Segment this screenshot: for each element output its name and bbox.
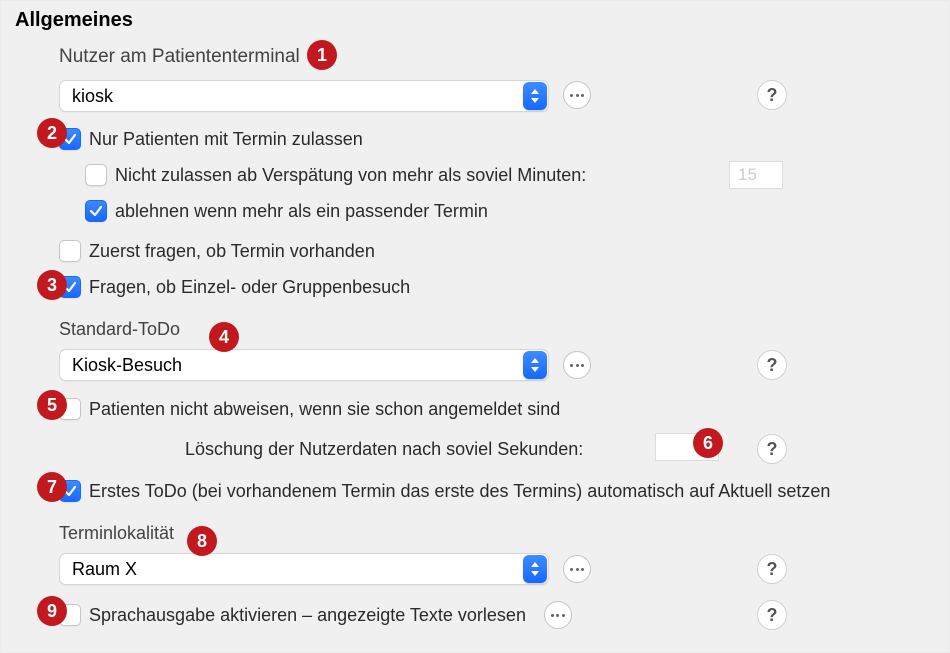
standard-todo-label: Standard-ToDo xyxy=(59,319,180,340)
delete-userdata-help-button[interactable]: ? xyxy=(757,434,787,464)
locality-select[interactable]: Raum X xyxy=(59,553,549,585)
delete-userdata-label: Löschung der Nutzerdaten nach soviel Sek… xyxy=(185,439,583,460)
only-with-appointment-checkbox[interactable] xyxy=(59,128,81,150)
user-terminal-select[interactable]: kiosk xyxy=(59,80,549,112)
ask-first-checkbox[interactable] xyxy=(59,240,81,262)
delete-userdata-seconds-input[interactable] xyxy=(655,433,719,461)
locality-more-button[interactable] xyxy=(563,555,591,583)
first-todo-auto-checkbox[interactable] xyxy=(59,480,81,502)
locality-value: Raum X xyxy=(59,553,549,585)
no-reject-registered-checkbox[interactable] xyxy=(59,398,81,420)
ask-first-label: Zuerst fragen, ob Termin vorhanden xyxy=(89,241,375,262)
standard-todo-select[interactable]: Kiosk-Besuch xyxy=(59,349,549,381)
ask-group-label: Fragen, ob Einzel- oder Gruppenbesuch xyxy=(89,277,410,298)
user-terminal-more-button[interactable] xyxy=(563,81,591,109)
dropdown-arrows-icon xyxy=(523,555,547,583)
speech-output-more-button[interactable] xyxy=(544,601,572,629)
standard-todo-value: Kiosk-Besuch xyxy=(59,349,549,381)
locality-help-button[interactable]: ? xyxy=(757,554,787,584)
deny-late-minutes-input[interactable]: 15 xyxy=(729,161,783,189)
reject-multi-checkbox[interactable] xyxy=(85,200,107,222)
speech-output-label: Sprachausgabe aktivieren – angezeigte Te… xyxy=(89,605,526,626)
dropdown-arrows-icon xyxy=(523,351,547,379)
user-terminal-label: Nutzer am Patiententerminal xyxy=(59,46,300,68)
dropdown-arrows-icon xyxy=(523,82,547,110)
no-reject-registered-label: Patienten nicht abweisen, wenn sie schon… xyxy=(89,399,560,420)
deny-late-label: Nicht zulassen ab Verspätung von mehr al… xyxy=(115,165,586,186)
standard-todo-more-button[interactable] xyxy=(563,351,591,379)
speech-output-checkbox[interactable] xyxy=(59,604,81,626)
reject-multi-label: ablehnen wenn mehr als ein passender Ter… xyxy=(115,201,488,222)
first-todo-auto-label: Erstes ToDo (bei vorhandenem Termin das … xyxy=(89,481,830,502)
annotation-marker-1: 1 xyxy=(307,40,337,70)
standard-todo-help-button[interactable]: ? xyxy=(757,350,787,380)
section-title: Allgemeines xyxy=(15,9,935,32)
speech-output-help-button[interactable]: ? xyxy=(757,600,787,630)
deny-late-checkbox[interactable] xyxy=(85,164,107,186)
locality-label: Terminlokalität xyxy=(59,523,174,544)
user-terminal-value: kiosk xyxy=(59,80,549,112)
ask-group-checkbox[interactable] xyxy=(59,276,81,298)
user-terminal-help-button[interactable]: ? xyxy=(757,80,787,110)
only-with-appointment-label: Nur Patienten mit Termin zulassen xyxy=(89,129,363,150)
